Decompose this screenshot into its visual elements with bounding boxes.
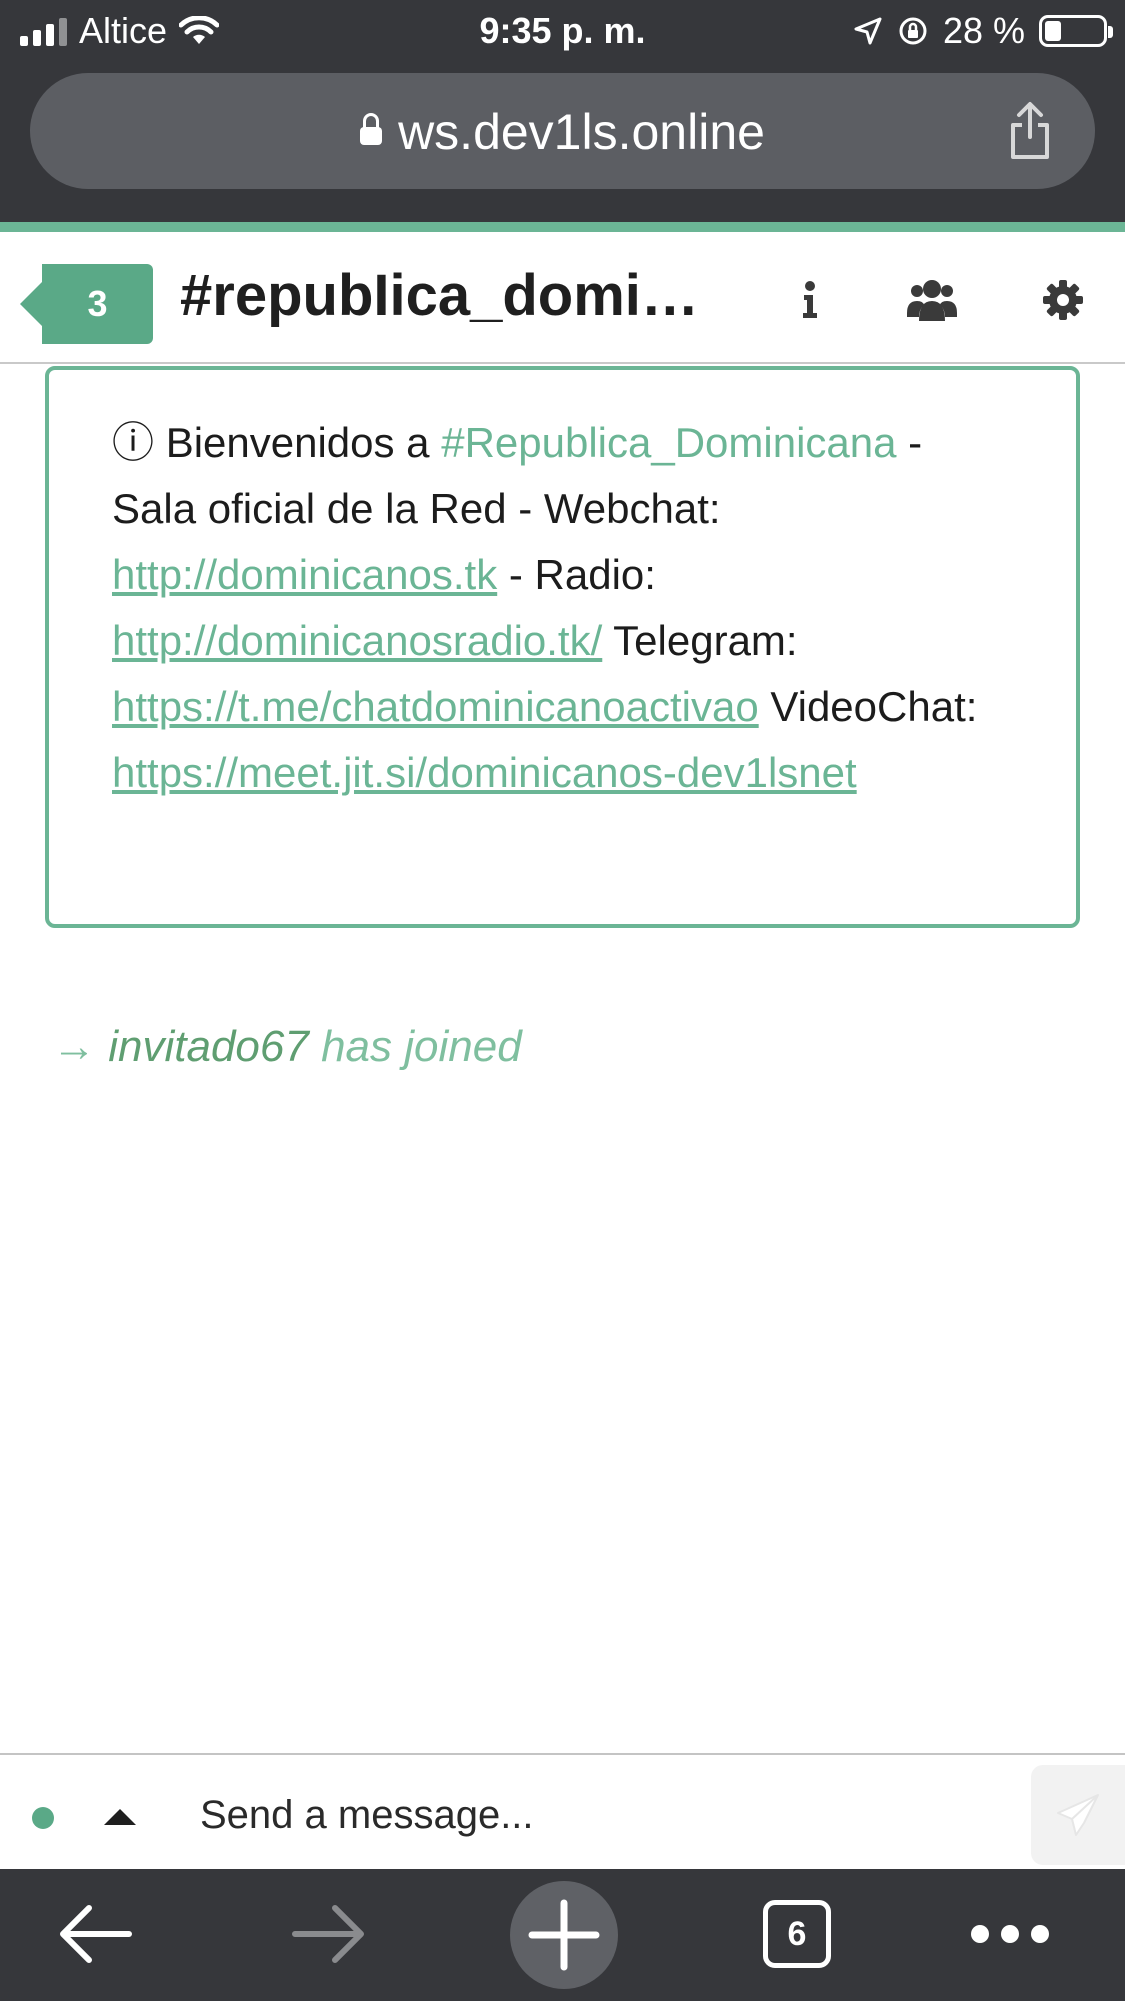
send-button[interactable] [1031, 1765, 1125, 1865]
info-circle-icon: ⓘ [112, 419, 155, 466]
message-input[interactable] [200, 1785, 1000, 1845]
join-arrow-icon: → [52, 1022, 96, 1071]
channel-topic: ⓘ Bienvenidos a #Republica_Dominicana - … [45, 366, 1080, 928]
share-icon[interactable] [1005, 101, 1055, 161]
browser-toolbar: 6 [0, 1869, 1125, 2001]
accent-divider [0, 222, 1125, 232]
back-button[interactable] [40, 1889, 150, 1979]
arrow-left-icon [60, 1905, 132, 1963]
tabs-button[interactable]: 6 [742, 1889, 852, 1979]
forward-button[interactable] [274, 1889, 384, 1979]
status-bar: Altice 9:35 p. m. 28 % [0, 0, 1125, 64]
message-input-bar [0, 1753, 1125, 1869]
info-icon[interactable] [790, 272, 830, 328]
videochat-link[interactable]: https://meet.jit.si/dominicanos-dev1lsne… [112, 749, 857, 796]
join-nick[interactable]: invitado67 [108, 1022, 309, 1071]
channel-title: #repubIica_dominicana [180, 263, 720, 328]
lock-icon [360, 113, 383, 145]
gear-icon[interactable] [1040, 272, 1086, 328]
radio-link[interactable]: http://dominicanosradio.tk/ [112, 617, 602, 664]
connection-status-dot [32, 1807, 54, 1829]
topic-text: Bienvenidos a [165, 419, 442, 466]
topic-text: - Radio: [497, 551, 656, 598]
telegram-link[interactable]: https://t.me/chatdominicanoactivao [112, 683, 759, 730]
send-icon [1057, 1794, 1099, 1836]
channels-toggle-badge[interactable]: 3 [20, 264, 153, 344]
join-text: has joined [321, 1022, 522, 1071]
rotation-lock-icon [899, 17, 927, 45]
users-icon[interactable] [905, 272, 959, 328]
battery-percent: 28 % [942, 10, 1025, 51]
webchat-link[interactable]: http://dominicanos.tk [112, 551, 497, 598]
topic-text: VideoChat: [758, 683, 978, 730]
battery-icon [1039, 15, 1113, 47]
arrow-right-icon [292, 1905, 364, 1963]
topic-text: Telegram: [602, 617, 798, 664]
plus-icon [528, 1899, 600, 1971]
join-message: → invitado67 has joined [52, 1022, 522, 1072]
channel-header: 3 #repubIica_dominicana [0, 232, 1125, 364]
url-text: ws.dev1ls.online [398, 104, 765, 160]
tools-toggle-icon[interactable] [104, 1809, 136, 1825]
topic-channel-link[interactable]: #Republica_Dominicana [441, 419, 896, 466]
address-bar[interactable]: ws.dev1ls.online [30, 73, 1095, 189]
more-dots-icon [971, 1925, 1049, 1943]
tabs-count: 6 [763, 1900, 831, 1968]
browser-chrome-top: Altice 9:35 p. m. 28 % ws.dev1ls.online [0, 0, 1125, 222]
new-tab-button[interactable] [510, 1881, 618, 1989]
more-menu-button[interactable] [955, 1889, 1065, 1979]
location-arrow-icon [854, 17, 882, 45]
